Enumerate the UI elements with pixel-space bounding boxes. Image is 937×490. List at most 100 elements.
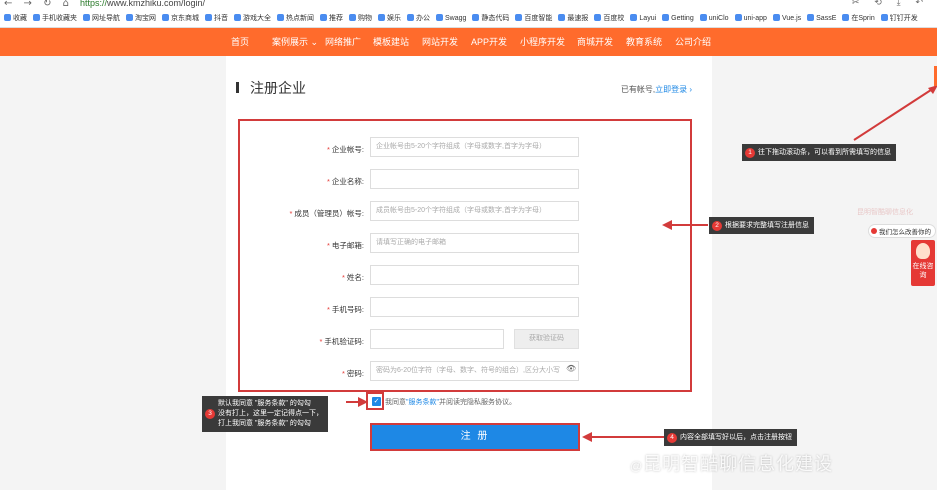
bookmark-favicon-icon [772, 14, 780, 21]
bookmark-item[interactable]: Getting [662, 10, 694, 27]
bookmark-item[interactable]: SassE [807, 10, 836, 27]
nav-item-home[interactable]: 首页 [231, 28, 249, 56]
bookmark-favicon-icon [378, 14, 385, 21]
password-input[interactable]: 密码为6-20位字符（字母、数字、符号的组合）,区分大小写 [370, 361, 579, 381]
email-input[interactable]: 请填写正确的电子邮箱 [370, 233, 579, 253]
bookmark-item[interactable]: 百度智能 [515, 10, 552, 27]
label-name: * 姓名: [341, 273, 364, 282]
bookmark-item[interactable]: Layui [630, 10, 656, 27]
login-hint: 已有帐号,立即登录 › [621, 84, 692, 95]
feedback-dot-icon [871, 228, 877, 234]
browser-nav-buttons[interactable]: ← → ↻ ⌂ [4, 0, 73, 9]
bookmark-item[interactable]: Swagg [436, 10, 466, 27]
browser-address-bar: ← → ↻ ⌂ https://www.kmzhiku.com/login/ ✂… [0, 0, 937, 10]
name-input[interactable] [370, 265, 579, 285]
browser-tool-icons[interactable]: ✂ ⟲ ⤓ ↶ [852, 0, 929, 8]
login-link[interactable]: 立即登录 › [655, 85, 692, 94]
bookmark-favicon-icon [126, 14, 133, 21]
bookmark-item[interactable]: Vue.js [772, 10, 801, 27]
bookmark-item[interactable]: 淘宝网 [126, 10, 156, 27]
label-sms-code: * 手机验证码: [319, 337, 364, 346]
company-account-input[interactable]: 企业帐号由5-20个字符组成（字母或数字,首字为字母） [370, 137, 579, 157]
annotation-3: 3 默认我同意 "服务条款" 的勾勾 没有打上，这里一定记得点一下， 打上我同意… [202, 396, 328, 432]
online-service-button[interactable]: 在线咨询 [911, 240, 935, 286]
label-admin-account: * 成员（管理员）帐号: [289, 209, 364, 218]
terms-link[interactable]: "服务条款" [406, 399, 439, 406]
bookmark-item[interactable]: 热点新闻 [277, 10, 314, 27]
bookmark-favicon-icon [880, 14, 888, 21]
service-avatar [916, 243, 930, 259]
login-hint-text: 已有帐号, [620, 85, 656, 94]
bookmark-item[interactable]: 购物 [349, 10, 372, 27]
nav-item-web-dev[interactable]: 网站开发 [422, 28, 458, 56]
annotation-2: 2 根据要求完整填写注册信息 [709, 217, 814, 234]
agree-checkbox[interactable]: ✓ [372, 397, 381, 406]
bookmark-item[interactable]: 钉钉开发 [880, 10, 918, 27]
bookmark-favicon-icon [842, 14, 850, 21]
get-code-button[interactable]: 获取验证码 [514, 329, 579, 349]
annotation-4-arrowhead [582, 432, 592, 442]
nav-item-education[interactable]: 教育系统 [626, 28, 662, 56]
nav-item-templates[interactable]: 模板建站 [373, 28, 409, 56]
bookmark-favicon-icon [277, 14, 284, 21]
feedback-bubble[interactable]: 我们怎么改善你的 [868, 224, 936, 238]
eye-icon[interactable]: 👁 [566, 364, 576, 373]
bookmark-favicon-icon [662, 14, 670, 21]
bookmark-item[interactable]: 京东商城 [162, 10, 199, 27]
bookmark-favicon-icon [734, 14, 742, 21]
bookmark-favicon-icon [33, 14, 40, 21]
bookmark-item[interactable]: 网址导航 [83, 10, 120, 27]
nav-item-cases[interactable]: 案例展示 ⌄ [272, 28, 318, 56]
bookmark-favicon-icon [349, 14, 356, 21]
label-company-name: * 企业名称: [326, 177, 364, 186]
title-accent-bar [236, 82, 239, 93]
bookmark-item[interactable]: uniClo [699, 10, 729, 27]
phone-input[interactable] [370, 297, 579, 317]
bookmark-item[interactable]: 办公 [407, 10, 430, 27]
bookmark-item[interactable]: 推荐 [320, 10, 343, 27]
url-scheme: https:// [80, 0, 108, 8]
nav-item-app-dev[interactable]: APP开发 [471, 28, 507, 56]
label-company-account: * 企业帐号: [326, 145, 364, 154]
bookmark-favicon-icon [162, 14, 169, 21]
bookmark-item[interactable]: 静态代码 [472, 10, 509, 27]
bookmark-item[interactable]: 收藏 [4, 10, 27, 27]
bookmark-favicon-icon [436, 14, 443, 21]
annotation-2-arrow [668, 224, 708, 226]
bookmark-favicon-icon [472, 14, 480, 21]
sms-code-input[interactable] [370, 329, 504, 349]
url-path: www.kmzhiku.com/login/ [107, 0, 206, 8]
bookmark-favicon-icon [4, 14, 11, 21]
label-phone: * 手机号码: [326, 305, 364, 314]
bookmark-item[interactable]: 娱乐 [378, 10, 401, 27]
bookmarks-bar: 收藏 手机收藏夹 网址导航 淘宝网 京东商城 抖音 游戏大全 热点新闻 推荐 购物 娱乐 办公 Swag… [0, 10, 937, 28]
bookmark-favicon-icon [558, 14, 566, 21]
page-title: 注册企业 [250, 80, 306, 96]
bookmark-item[interactable]: 百度校 [594, 10, 624, 27]
nav-item-about[interactable]: 公司介绍 [675, 28, 711, 56]
bookmark-favicon-icon [699, 14, 707, 21]
nav-item-miniprogram[interactable]: 小程序开发 [520, 28, 565, 56]
company-name-input[interactable] [370, 169, 579, 189]
bookmark-favicon-icon [205, 14, 212, 21]
register-submit-button[interactable]: 注 册 [370, 423, 580, 451]
bookmark-item[interactable]: 最速报 [558, 10, 588, 27]
annotation-1-arrow [853, 85, 937, 141]
annotation-1: 1 往下拖动滚动条，可以看到所需填写的信息 [742, 144, 896, 161]
bookmark-item[interactable]: 手机收藏夹 [33, 10, 77, 27]
annotation-4: 4 内容全部填写好以后，点击注册按钮 [664, 429, 797, 446]
agree-text: 我同意"服务条款"并阅读完隐私服务协议。 [385, 399, 516, 406]
nav-item-promotion[interactable]: 网络推广 [325, 28, 361, 56]
nav-item-mall[interactable]: 商城开发 [577, 28, 613, 56]
bookmark-favicon-icon [320, 14, 327, 21]
bookmark-item[interactable]: 在Sprin [842, 10, 875, 27]
admin-account-input[interactable]: 成员帐号由5-20个字符组成（字母或数字,首字为字母） [370, 201, 579, 221]
faded-widget-text: 昆明智酷聊信息化 [857, 209, 913, 216]
site-navigation: 首页 案例展示 ⌄ 网络推广 模板建站 网站开发 APP开发 小程序开发 商城开… [0, 28, 937, 56]
bookmark-item[interactable]: 游戏大全 [234, 10, 271, 27]
bookmark-favicon-icon [83, 14, 90, 21]
bookmark-item[interactable]: 抖音 [205, 10, 228, 27]
address-input[interactable]: https://www.kmzhiku.com/login/ [80, 0, 205, 8]
form-highlight-box [238, 119, 692, 392]
bookmark-item[interactable]: uni-app [734, 10, 767, 27]
